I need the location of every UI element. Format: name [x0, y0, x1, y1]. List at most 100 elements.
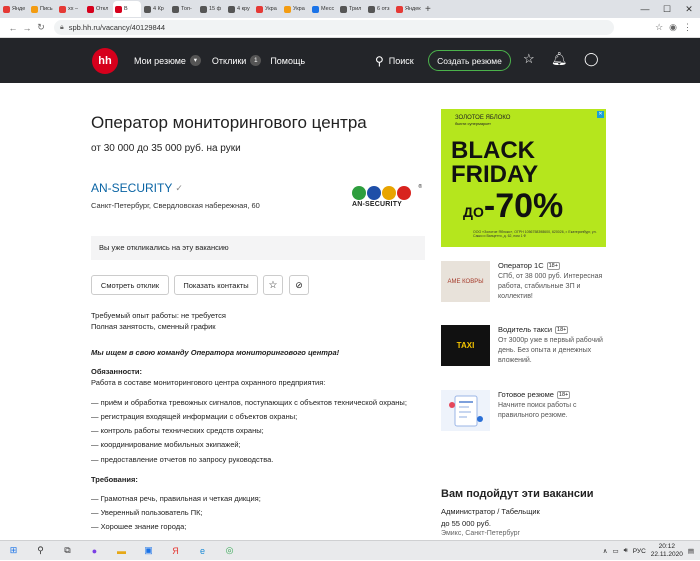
favorites-star-icon[interactable]: ☆ [523, 51, 535, 67]
browser-tab[interactable]: 6 отз [366, 1, 393, 17]
tab-label: Топ- [181, 6, 192, 12]
suitable-vacancies-heading: Вам подойдут эти вакансии [441, 488, 594, 500]
browser-tab[interactable]: Яндекс [394, 1, 421, 17]
tab-label: хх – [68, 6, 79, 12]
nav-responses[interactable]: Отклики 1 [211, 55, 262, 66]
tab-label: Трил [349, 6, 362, 12]
file-explorer-icon[interactable]: ▬ [108, 546, 135, 556]
browser-tab[interactable]: 4 кру [226, 1, 253, 17]
resume-illustration-icon [441, 390, 490, 431]
tab-favicon-icon [256, 5, 263, 13]
browser-tab[interactable]: Месс [310, 1, 337, 17]
store-icon[interactable]: ▣ [135, 545, 162, 556]
browser-tab[interactable]: В [113, 1, 141, 17]
ad-line1: BLACK [451, 137, 535, 164]
experience-text: Требуемый опыт работы: не требуется [91, 311, 226, 320]
browser-tab[interactable]: хх – [57, 1, 84, 17]
menu-icon[interactable]: ⋮ [683, 22, 692, 33]
tab-label: В [124, 6, 128, 12]
nav-responses-label: Отклики [211, 55, 247, 66]
promo-title-text: Готовое резюме [498, 390, 554, 399]
ad-close-icon[interactable]: ✕ [597, 111, 604, 118]
browser-tab[interactable]: Пись [29, 1, 56, 17]
lock-icon: 🔒︎ [60, 23, 64, 31]
suitable-vacancy-link[interactable]: Администратор / Табельщик [441, 507, 540, 516]
browser-tab[interactable]: Янде [1, 1, 28, 17]
favorite-star-button[interactable]: ☆ [263, 275, 283, 295]
black-friday-ad[interactable]: ЗОЛОТОЕ ЯБЛОКО бьюти супермаркет BLACK F… [441, 109, 606, 247]
show-contacts-button[interactable]: Показать контакты [174, 275, 258, 295]
tab-label: Откл [96, 6, 109, 12]
ad-brand: ЗОЛОТОЕ ЯБЛОКО бьюти супермаркет [455, 115, 510, 127]
ad-line2: FRIDAY [451, 161, 539, 188]
browser-tab[interactable]: Трил [338, 1, 365, 17]
bookmark-star-icon[interactable]: ☆ [655, 22, 663, 33]
company-name: AN-SECURITY [91, 181, 173, 195]
browser-tab[interactable]: 15 ф [198, 1, 225, 17]
browser-tab[interactable]: Укра [254, 1, 281, 17]
windows-start-icon[interactable]: ⊞ [0, 545, 27, 556]
create-resume-button[interactable]: Создать резюме [428, 50, 511, 71]
clock[interactable]: 20:12 22.11.2020 [651, 543, 683, 559]
keyboard-language[interactable]: РУС [633, 548, 646, 555]
ad-discount: ДО-70% [463, 189, 563, 229]
tab-label: Укра [265, 6, 277, 12]
browser-tab[interactable]: Топ- [170, 1, 197, 17]
reload-icon[interactable]: ↻ [34, 22, 48, 33]
vacancy-salary: от 30 000 до 35 000 руб. на руки [91, 143, 241, 154]
volume-icon[interactable]: 🔊︎ [624, 547, 628, 555]
promo-image: АМЕ КОВРЫ [441, 261, 490, 302]
tab-label: Пись [40, 6, 53, 12]
new-tab-icon[interactable]: + [425, 4, 431, 15]
browser-tab[interactable]: 4 Кр [142, 1, 169, 17]
suitable-vacancy-salary: до 55 000 руб. [441, 519, 491, 528]
ad-percent: -70% [483, 187, 564, 225]
company-logo[interactable]: AN-SECURITY ® [352, 184, 422, 208]
tab-favicon-icon [172, 5, 179, 13]
ad-legal: ООО «Золотое Яблоко», ОГРН 1056758398600… [473, 230, 597, 238]
logo-dot-orange [382, 186, 396, 200]
tab-favicon-icon [340, 5, 347, 13]
edge-icon[interactable]: e [189, 546, 216, 556]
minimize-icon[interactable]: — [634, 0, 656, 18]
url-input[interactable]: 🔒︎ spb.hh.ru/vacancy/40129844 [54, 20, 614, 35]
tab-label: 15 ф [209, 6, 222, 12]
back-icon[interactable]: ← [6, 23, 20, 33]
nav-help[interactable]: Помощь [270, 56, 305, 66]
network-icon[interactable]: ▭ [612, 547, 618, 555]
browser-tab[interactable]: Укра [282, 1, 309, 17]
tab-favicon-icon [115, 5, 122, 13]
view-response-button[interactable]: Смотреть отклик [91, 275, 169, 295]
tab-label: Янде [12, 6, 26, 12]
close-icon[interactable]: ✕ [678, 0, 700, 18]
account-icon[interactable]: ◯ [584, 51, 599, 67]
search-button[interactable]: ⚲ Поиск [375, 38, 414, 83]
hide-vacancy-button[interactable]: ⊘ [289, 275, 309, 295]
responses-count-badge: 1 [250, 55, 262, 66]
tab-label: Яндекс [405, 6, 421, 12]
browser-tab[interactable]: Откл [85, 1, 112, 17]
duty-item: — контроль работы технических средств ох… [91, 426, 264, 435]
profile-icon[interactable]: ◉ [669, 22, 677, 33]
verified-check-icon: ✓ [175, 182, 183, 193]
nav-my-resumes[interactable]: Мои резюме ▾ [134, 55, 201, 66]
browser-tab-strip: Янде Пись хх – Откл В 4 Кр Топ- 15 ф 4 кру Укра Ук… [0, 0, 700, 18]
vacancy-page: Оператор мониторингового центра от 30 00… [0, 83, 700, 540]
windows-taskbar: ⊞ ⚲ ⧉ ● ▬ ▣ Я e ◎ ∧ ▭ 🔊︎ РУС 20:12 22.11… [0, 540, 700, 560]
notifications-icon[interactable]: ▤ [688, 547, 694, 555]
cortana-icon[interactable]: ● [81, 546, 108, 556]
chrome-icon[interactable]: ◎ [216, 545, 243, 556]
system-tray: ∧ ▭ 🔊︎ РУС 20:12 22.11.2020 ▤ [603, 541, 694, 561]
notifications-bell-icon[interactable]: 🔔︎ [551, 51, 568, 67]
company-link[interactable]: AN-SECURITY ✓ [91, 181, 183, 195]
task-view-icon[interactable]: ⧉ [54, 545, 81, 556]
maximize-icon[interactable]: ☐ [656, 0, 678, 18]
hh-logo[interactable]: hh [92, 47, 118, 74]
tray-expand-icon[interactable]: ∧ [603, 547, 608, 555]
clock-date: 22.11.2020 [650, 551, 683, 558]
tab-label: 4 Кр [153, 6, 164, 12]
tab-favicon-icon [396, 5, 403, 13]
yandex-browser-icon[interactable]: Я [162, 546, 189, 556]
search-icon[interactable]: ⚲ [27, 545, 54, 556]
forward-icon[interactable]: → [20, 23, 34, 33]
